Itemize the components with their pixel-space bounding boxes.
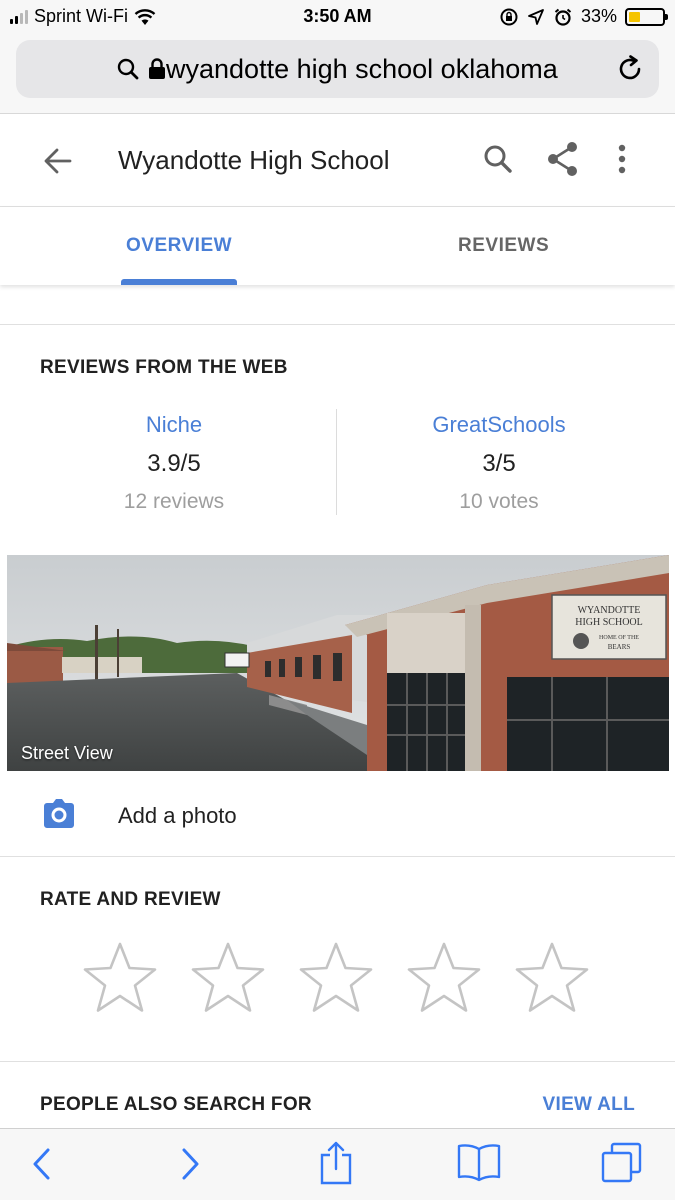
sign-line-4: BEARS [608, 643, 631, 651]
battery-percent: 33% [580, 6, 617, 26]
alarm-icon [554, 8, 572, 26]
review-score: 3/5 [482, 450, 516, 477]
tab-bar: OVERVIEW REVIEWS [0, 207, 675, 285]
review-source-name[interactable]: Niche [24, 412, 324, 438]
review-score: 3.9/5 [147, 450, 201, 477]
search-icon[interactable] [482, 143, 514, 175]
add-photo-label: Add a photo [118, 803, 237, 828]
battery-icon [625, 7, 668, 26]
add-photo-row[interactable]: Add a photo [0, 783, 675, 849]
more-vert-icon[interactable] [612, 141, 632, 177]
place-header: Wyandotte High School [0, 115, 675, 207]
url-bar[interactable]: wyandotte high school oklahoma [16, 40, 659, 98]
forward-icon[interactable] [178, 1145, 202, 1183]
review-source-niche[interactable]: Niche 3.9/5 12 reviews [24, 412, 324, 514]
tab-overview[interactable]: OVERVIEW [126, 235, 232, 257]
review-count: 10 votes [459, 490, 539, 513]
star-outline-icon[interactable] [514, 940, 590, 1016]
star-outline-icon[interactable] [190, 940, 266, 1016]
divider [0, 324, 675, 325]
rate-review-heading: RATE AND REVIEW [40, 889, 221, 910]
people-also-search-heading: PEOPLE ALSO SEARCH FOR [40, 1094, 312, 1115]
tab-reviews[interactable]: REVIEWS [458, 235, 549, 257]
back-arrow-icon[interactable] [42, 145, 74, 177]
star-outline-icon[interactable] [82, 940, 158, 1016]
review-count: 12 reviews [123, 490, 225, 513]
back-icon[interactable] [30, 1145, 54, 1183]
active-tab-indicator [121, 279, 237, 285]
star-outline-icon[interactable] [298, 940, 374, 1016]
camera-icon [44, 799, 74, 828]
street-view-image[interactable]: WYANDOTTE HIGH SCHOOL HOME OF THE BEARS … [7, 555, 669, 771]
url-text: wyandotte high school oklahoma [166, 54, 558, 84]
star-rating [82, 940, 590, 1016]
view-all-link[interactable]: VIEW ALL [543, 1094, 635, 1116]
reviews-from-web-heading: REVIEWS FROM THE WEB [40, 357, 288, 378]
refresh-icon[interactable] [615, 54, 645, 84]
street-view-photo: WYANDOTTE HIGH SCHOOL HOME OF THE BEARS [7, 555, 669, 771]
place-title: Wyandotte High School [118, 145, 390, 175]
review-source-greatschools[interactable]: GreatSchools 3/5 10 votes [349, 412, 649, 514]
sign-line-2: HIGH SCHOOL [575, 617, 643, 628]
street-view-label: Street View [21, 743, 113, 763]
search-icon [117, 58, 139, 80]
divider [0, 1061, 675, 1062]
browser-toolbar [0, 1128, 675, 1200]
status-bar-right: 33% [499, 6, 668, 27]
sign-line-1: WYANDOTTE [578, 605, 641, 616]
battery-fill [629, 11, 640, 22]
review-divider [336, 409, 337, 515]
bookmarks-icon[interactable] [456, 1143, 502, 1183]
browser-url-area: wyandotte high school oklahoma [0, 36, 675, 114]
share-icon[interactable] [318, 1141, 354, 1185]
lock-icon [149, 58, 165, 79]
tabs-icon[interactable] [600, 1141, 644, 1185]
divider [0, 856, 675, 857]
share-icon[interactable] [546, 141, 580, 177]
star-outline-icon[interactable] [406, 940, 482, 1016]
screen-lock-icon [500, 8, 518, 25]
review-source-name[interactable]: GreatSchools [349, 412, 649, 438]
status-bar: Sprint Wi-Fi 3:50 AM 33% [0, 0, 675, 36]
sign-line-3: HOME OF THE [599, 635, 639, 641]
location-icon [528, 8, 544, 25]
